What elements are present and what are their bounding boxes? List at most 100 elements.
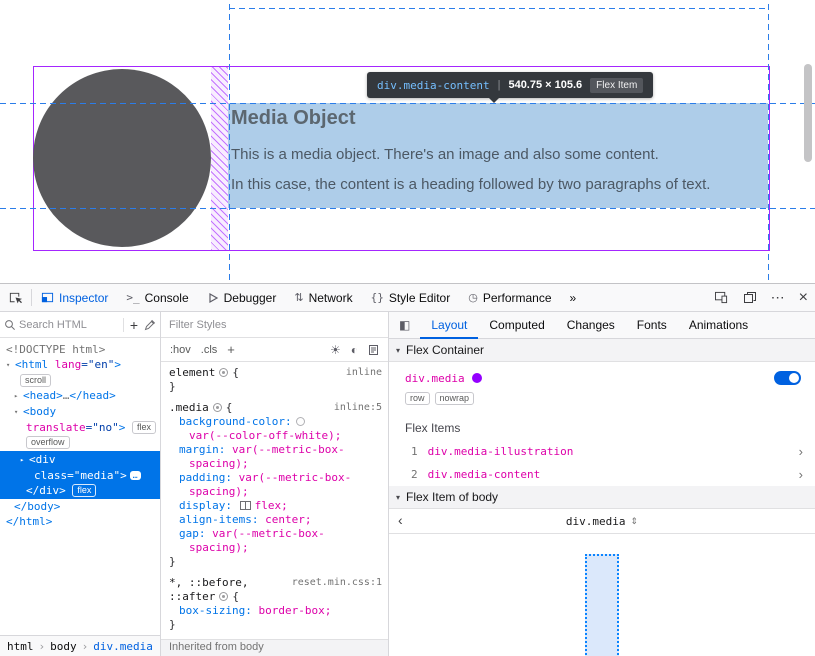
tab-debugger[interactable]: Debugger bbox=[198, 284, 286, 311]
inherited-from-body-header: Inherited from body bbox=[161, 639, 388, 656]
flexbox-toggle-icon[interactable] bbox=[240, 501, 251, 510]
breadcrumb-html[interactable]: html bbox=[7, 640, 34, 653]
flex-item-section-header[interactable]: ▾ Flex Item of body bbox=[389, 486, 815, 509]
eyedropper-icon[interactable] bbox=[144, 319, 156, 331]
previous-flex-item-button[interactable]: ‹ bbox=[398, 512, 403, 528]
breadcrumb-body[interactable]: body bbox=[50, 640, 77, 653]
breadcrumb-div-media[interactable]: div.media bbox=[93, 640, 153, 653]
rule-media-selector[interactable]: .media{inline:5 bbox=[161, 401, 388, 415]
flex-item-row-1[interactable]: 1 div.media-illustration › bbox=[389, 440, 815, 463]
body-close-node[interactable]: </body> bbox=[0, 499, 160, 514]
meatball-menu-button[interactable]: ⋯ bbox=[764, 289, 792, 306]
twisty-closed-icon[interactable]: ▸ bbox=[14, 389, 23, 404]
twisty-open-icon[interactable]: ▾ bbox=[14, 405, 23, 420]
html-node[interactable]: ▾<html lang="en"> bbox=[0, 357, 160, 373]
devtools-toolbox: Inspector >_ Console Debugger ⇅ Network … bbox=[0, 283, 815, 656]
selector-highlighter-icon[interactable] bbox=[219, 368, 228, 377]
flex-direction-badge: row bbox=[405, 392, 430, 405]
flex-wrap-badge: nowrap bbox=[435, 392, 475, 405]
filter-styles-input[interactable] bbox=[169, 319, 380, 331]
property-margin[interactable]: margin: var(--metric-box- bbox=[161, 443, 388, 457]
flex-container-row: div.media bbox=[389, 362, 815, 388]
media-heading: Media Object bbox=[231, 107, 759, 130]
add-rule-button[interactable]: + bbox=[227, 342, 235, 357]
twisty-open-icon: ▾ bbox=[396, 346, 400, 355]
flex-container-selector[interactable]: div.media bbox=[405, 372, 465, 385]
tab-console[interactable]: >_ Console bbox=[117, 284, 197, 311]
property-gap[interactable]: gap: var(--metric-box- bbox=[161, 527, 388, 541]
tab-layout[interactable]: Layout bbox=[420, 312, 478, 338]
markup-tree: <!DOCTYPE html> ▾<html lang="en"> scroll… bbox=[0, 338, 160, 635]
separate-window-button[interactable] bbox=[736, 291, 764, 304]
rules-toolbar: :hov .cls + ☀ ◐ bbox=[161, 338, 388, 362]
property-box-sizing[interactable]: box-sizing: border-box; bbox=[161, 604, 388, 618]
flex-item-select[interactable]: div.media ⇕ bbox=[566, 515, 638, 528]
flex-badge[interactable]: flex bbox=[132, 421, 156, 434]
more-tabs-icon: » bbox=[570, 291, 577, 305]
dark-scheme-button[interactable]: ◐ bbox=[351, 343, 358, 357]
chevron-right-icon: › bbox=[799, 444, 803, 459]
head-node[interactable]: ▸<head>…</head> bbox=[0, 388, 160, 404]
tab-fonts[interactable]: Fonts bbox=[626, 312, 678, 338]
scroll-badge[interactable]: scroll bbox=[20, 374, 51, 387]
property-display[interactable]: display: flex; bbox=[161, 499, 388, 513]
flex-guide-content-top bbox=[0, 103, 815, 104]
rule-source-link[interactable]: reset.min.css:1 bbox=[292, 576, 382, 590]
rule-reset-selector[interactable]: *, ::before,reset.min.css:1 bbox=[161, 576, 388, 590]
flex-highlighter-toggle[interactable] bbox=[774, 371, 801, 385]
print-simulation-button[interactable] bbox=[368, 344, 379, 356]
property-align-items[interactable]: align-items: center; bbox=[161, 513, 388, 527]
rule-source-link[interactable]: inline bbox=[346, 366, 382, 380]
toolbar-separator bbox=[123, 318, 124, 332]
tab-changes[interactable]: Changes bbox=[556, 312, 626, 338]
layout-panel: ◧ Layout Computed Changes Fonts Animatio… bbox=[389, 312, 815, 656]
html-close-node[interactable]: </html> bbox=[0, 514, 160, 529]
body-node[interactable]: ▾<body bbox=[0, 404, 160, 420]
page-scrollbar-thumb[interactable] bbox=[804, 64, 812, 162]
toolbox-panels: + <!DOCTYPE html> ▾<html lang="en"> scro… bbox=[0, 312, 815, 656]
more-tabs-button[interactable]: » bbox=[561, 284, 586, 311]
pick-element-button[interactable] bbox=[0, 284, 31, 311]
rule-element-selector[interactable]: element{inline bbox=[161, 366, 388, 380]
updown-arrows-icon: ⇕ bbox=[631, 516, 639, 527]
twisty-open-icon[interactable]: ▾ bbox=[6, 358, 15, 373]
pseudo-class-panel-button[interactable]: :hov bbox=[170, 344, 191, 356]
body-attributes-row[interactable]: translate="no"> flex bbox=[0, 420, 160, 435]
tab-animations[interactable]: Animations bbox=[678, 312, 759, 338]
flex-items-label: Flex Items bbox=[389, 413, 815, 440]
sidebar-tabs: ◧ Layout Computed Changes Fonts Animatio… bbox=[389, 312, 815, 339]
light-scheme-button[interactable]: ☀ bbox=[330, 343, 341, 357]
twisty-closed-icon[interactable]: ▸ bbox=[20, 453, 29, 468]
class-panel-button[interactable]: .cls bbox=[201, 344, 218, 356]
tab-inspector[interactable]: Inspector bbox=[32, 284, 117, 311]
selector-highlighter-icon[interactable] bbox=[213, 403, 222, 412]
flex-badge[interactable]: flex bbox=[72, 484, 96, 497]
media-illustration-circle bbox=[33, 69, 211, 247]
flex-guide-left bbox=[229, 4, 230, 283]
flex-container-section-header[interactable]: ▾ Flex Container bbox=[389, 339, 815, 362]
property-background-color[interactable]: background-color: bbox=[161, 415, 388, 429]
responsive-design-icon bbox=[714, 291, 729, 304]
responsive-design-button[interactable] bbox=[707, 291, 736, 304]
overflow-badge[interactable]: overflow bbox=[26, 436, 70, 449]
rule-source-link[interactable]: inline:5 bbox=[334, 401, 382, 415]
search-html-input[interactable] bbox=[19, 319, 120, 331]
chevron-right-icon: › bbox=[799, 467, 803, 482]
property-padding[interactable]: padding: var(--metric-box- bbox=[161, 471, 388, 485]
flex-item-row-2[interactable]: 2 div.media-content › bbox=[389, 463, 815, 486]
doctype-node[interactable]: <!DOCTYPE html> bbox=[0, 342, 160, 357]
flex-guide-top bbox=[229, 8, 768, 9]
inline-ellipsis-pill[interactable]: … bbox=[130, 471, 141, 480]
pane-toggle-icon[interactable]: ◧ bbox=[389, 312, 420, 338]
selector-highlighter-icon[interactable] bbox=[219, 592, 228, 601]
tab-network[interactable]: ⇅ Network bbox=[285, 284, 361, 311]
add-node-button[interactable]: + bbox=[127, 317, 141, 333]
color-swatch[interactable] bbox=[296, 417, 305, 426]
selected-node-div-media[interactable]: ▸<div class="media">… </div> flex bbox=[0, 451, 160, 499]
overlay-color-swatch[interactable] bbox=[472, 373, 482, 383]
flex-gap-hatch bbox=[211, 67, 228, 250]
tab-computed[interactable]: Computed bbox=[478, 312, 555, 338]
tab-style-editor[interactable]: {} Style Editor bbox=[362, 284, 460, 311]
tab-performance[interactable]: ◷ Performance bbox=[459, 284, 560, 311]
close-devtools-button[interactable]: × bbox=[792, 289, 815, 307]
